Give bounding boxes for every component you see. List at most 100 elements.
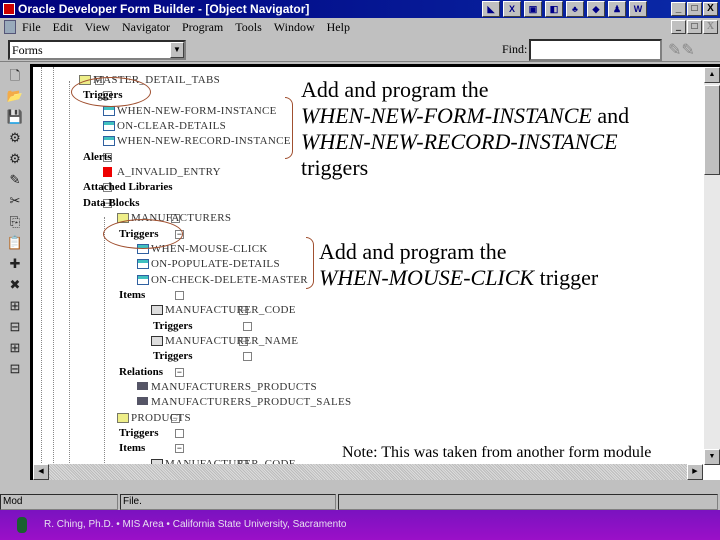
status-mode: Mod bbox=[0, 494, 118, 510]
menu-help[interactable]: Help bbox=[327, 18, 350, 36]
document-icon bbox=[4, 20, 16, 34]
rel-icon bbox=[137, 397, 148, 406]
menu-tools[interactable]: Tools bbox=[235, 18, 262, 36]
menu-window[interactable]: Window bbox=[274, 18, 315, 36]
chevron-down-icon[interactable]: ▼ bbox=[170, 42, 184, 58]
child-minimize-button[interactable]: _ bbox=[671, 20, 686, 34]
trig-icon bbox=[103, 136, 115, 147]
find-label: Find: bbox=[502, 42, 528, 56]
copy-icon[interactable]: ⎘ bbox=[5, 214, 25, 232]
expand-toggle-icon[interactable] bbox=[175, 429, 184, 439]
collapse-toggle-icon[interactable]: − bbox=[175, 367, 184, 377]
excel-icon[interactable]: X bbox=[503, 1, 521, 17]
screen-icon[interactable]: ▣ bbox=[524, 1, 542, 17]
object-type-combo[interactable]: Forms ▼ bbox=[8, 40, 186, 60]
tree-node-label: MANUFACTURER_CODE bbox=[165, 304, 296, 317]
scroll-down-icon[interactable]: ▼ bbox=[704, 449, 720, 465]
collapse-all-icon[interactable]: ⊟ bbox=[5, 361, 25, 379]
tools-icon[interactable]: ♣ bbox=[566, 1, 584, 17]
menu-program[interactable]: Program bbox=[182, 18, 223, 36]
paint-icon[interactable]: ◆ bbox=[587, 1, 605, 17]
tree-node[interactable]: − MANUFACTURER_NAME bbox=[137, 334, 537, 348]
child-maximize-button[interactable]: □ bbox=[687, 20, 702, 34]
open-icon[interactable]: 📂 bbox=[5, 88, 25, 106]
highlight-ellipse bbox=[103, 219, 183, 249]
tree-node-label: WHEN-NEW-FORM-INSTANCE bbox=[117, 104, 277, 117]
word-icon[interactable]: W bbox=[629, 1, 647, 17]
footer-text: R. Ching, Ph.D. • MIS Area • California … bbox=[44, 519, 347, 530]
status-bar: Mod File. bbox=[0, 494, 720, 510]
menu-edit[interactable]: Edit bbox=[53, 18, 73, 36]
search-forward-icon[interactable]: ✎✎ bbox=[668, 40, 695, 60]
annotation-line: WHEN-MOUSE-CLICK bbox=[319, 265, 535, 290]
tree-node-label: MANUFACTURER_NAME bbox=[165, 334, 299, 347]
object-navigator-panel: − MASTER_DETAIL_TABS Triggers WHEN-NEW-FORM… bbox=[30, 64, 720, 480]
new-icon[interactable]: 🗋 bbox=[5, 67, 25, 85]
app-icon bbox=[3, 3, 15, 15]
slide-footer: R. Ching, Ph.D. • MIS Area • California … bbox=[0, 510, 720, 540]
menu-view[interactable]: View bbox=[85, 18, 110, 36]
close-button[interactable]: X bbox=[703, 2, 718, 16]
compile-icon[interactable]: ⚙ bbox=[5, 151, 25, 169]
collapse-icon[interactable]: ⊟ bbox=[5, 319, 25, 337]
tree-node[interactable]: Attached Libraries bbox=[69, 180, 469, 194]
cut-icon[interactable]: ✂ bbox=[5, 193, 25, 211]
tree-node-label: Triggers bbox=[153, 350, 193, 363]
scroll-thumb[interactable] bbox=[704, 85, 720, 175]
scroll-right-icon[interactable]: ▶ bbox=[687, 464, 703, 480]
expand-toggle-icon[interactable] bbox=[243, 352, 252, 362]
delete-icon[interactable]: ✖ bbox=[5, 277, 25, 295]
note-text: Note: This was taken from another form m… bbox=[342, 444, 652, 461]
tree-node-label: Attached Libraries bbox=[83, 181, 173, 194]
tree-node-label: Items bbox=[119, 288, 146, 301]
save-icon[interactable]: 💾 bbox=[5, 109, 25, 127]
scroll-up-icon[interactable]: ▲ bbox=[704, 67, 720, 83]
vertical-toolbar: 🗋 📂 💾 ⚙ ⚙ ✎ ✂ ⎘ 📋 ✚ ✖ ⊞ ⊟ ⊞ ⊟ bbox=[0, 64, 30, 484]
tree-node[interactable]: MANUFACTURERS_PRODUCT_SALES bbox=[137, 395, 537, 409]
minimize-button[interactable]: _ bbox=[671, 2, 686, 16]
tree-node[interactable]: Triggers bbox=[105, 426, 505, 440]
annotation-line: WHEN-NEW-RECORD-INSTANCE bbox=[301, 129, 618, 154]
snag-icon[interactable]: ♟ bbox=[608, 1, 626, 17]
tree-node[interactable]: MANUFACTURERS_PRODUCTS bbox=[137, 380, 537, 394]
create-icon[interactable]: ✚ bbox=[5, 256, 25, 274]
tree-node-label: A_INVALID_ENTRY bbox=[117, 166, 221, 179]
scroll-left-icon[interactable]: ◀ bbox=[33, 464, 49, 480]
trig-icon bbox=[103, 121, 115, 132]
menu-navigator[interactable]: Navigator bbox=[122, 18, 170, 36]
status-extra bbox=[338, 494, 718, 510]
xmouse-icon[interactable]: ◣ bbox=[482, 1, 500, 17]
annotation-line: Add and program the bbox=[301, 77, 489, 102]
expand-toggle-icon[interactable] bbox=[243, 321, 252, 331]
collapse-toggle-icon[interactable]: − bbox=[175, 444, 184, 454]
annotation-line: Add and program the bbox=[319, 239, 507, 264]
expand-all-icon[interactable]: ⊞ bbox=[5, 340, 25, 358]
child-window-controls: _ □ X bbox=[671, 20, 718, 34]
rel-icon bbox=[137, 382, 148, 390]
tree-node[interactable]: − MANUFACTURER_CODE bbox=[137, 303, 537, 317]
tree-node-label: Alerts bbox=[83, 150, 112, 163]
paste-icon[interactable]: 📋 bbox=[5, 235, 25, 253]
tree-node[interactable]: − PRODUCTS bbox=[103, 411, 503, 425]
tree-node[interactable]: Triggers bbox=[139, 349, 539, 363]
expand-toggle-icon[interactable] bbox=[175, 290, 184, 300]
explorer-icon[interactable]: ◧ bbox=[545, 1, 563, 17]
child-close-button[interactable]: X bbox=[703, 20, 718, 34]
status-file: File. bbox=[120, 494, 336, 510]
horizontal-scrollbar[interactable]: ◀ ▶ bbox=[33, 464, 703, 480]
debug-icon[interactable]: ✎ bbox=[5, 172, 25, 190]
expand-icon[interactable]: ⊞ bbox=[5, 298, 25, 316]
tree-node[interactable]: − Relations bbox=[105, 365, 505, 379]
window-controls: _ □ X bbox=[671, 2, 718, 16]
tree-node[interactable]: Triggers bbox=[139, 319, 539, 333]
find-input[interactable] bbox=[529, 39, 662, 61]
annotation-brace bbox=[285, 97, 293, 159]
run-icon[interactable]: ⚙ bbox=[5, 130, 25, 148]
trig-icon bbox=[137, 274, 149, 285]
vertical-scrollbar[interactable]: ▲ ▼ bbox=[704, 67, 720, 465]
tree-node[interactable]: − Data Blocks bbox=[69, 196, 469, 210]
maximize-button[interactable]: □ bbox=[687, 2, 702, 16]
annotation-form-triggers: Add and program the WHEN-NEW-FORM-INSTAN… bbox=[301, 77, 629, 181]
tree-node-label: PRODUCTS bbox=[131, 411, 191, 424]
menu-file[interactable]: File bbox=[22, 18, 41, 36]
